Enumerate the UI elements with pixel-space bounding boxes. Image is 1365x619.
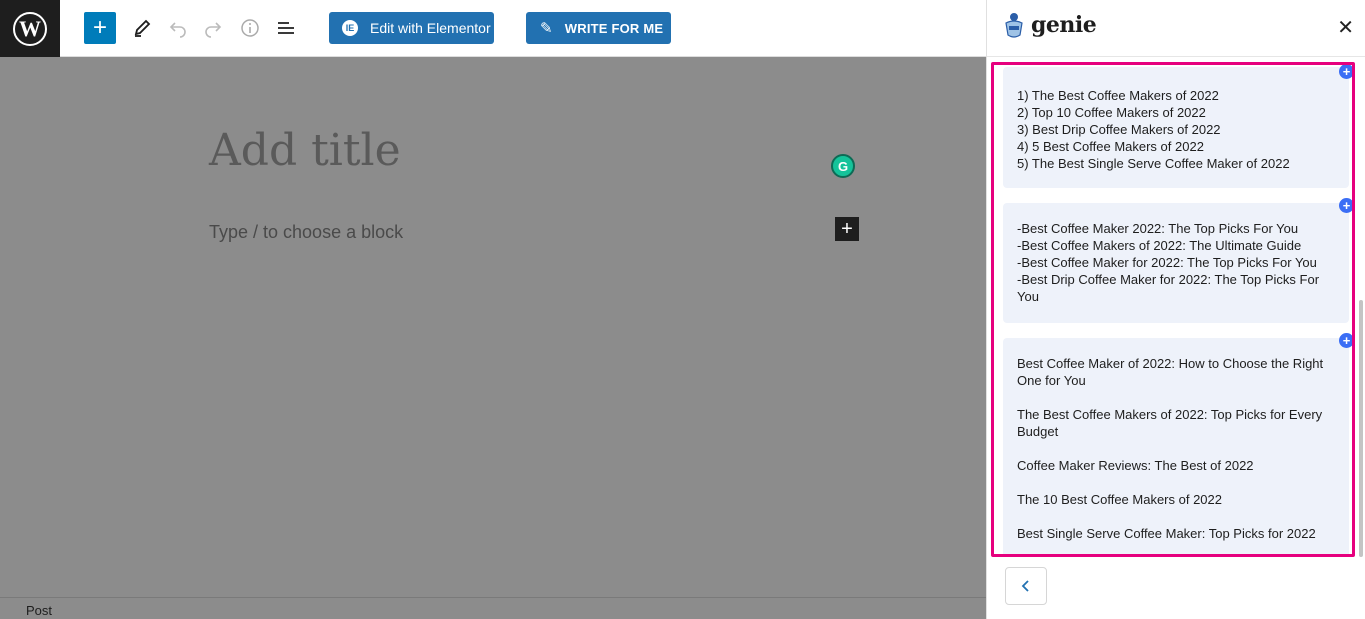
redo-button[interactable] [197, 12, 229, 44]
pen-icon: ✎ [540, 20, 553, 37]
editor-canvas: Add title G Type / to choose a block + [0, 57, 986, 597]
inline-add-block-button[interactable]: + [835, 217, 859, 241]
write-button-label: WRITE FOR ME [564, 20, 664, 36]
brand-name: genie [1031, 12, 1097, 38]
plus-icon: + [841, 218, 853, 240]
back-button[interactable] [1005, 567, 1047, 605]
genie-panel: genie ✕ 1) The Best Coffee Makers of 202… [986, 0, 1365, 619]
insert-result-button[interactable]: + [1339, 198, 1352, 213]
redo-icon [205, 22, 222, 38]
post-title-input[interactable]: Add title [209, 125, 401, 176]
result-card: 1) The Best Coffee Makers of 2022 2) Top… [1003, 67, 1349, 188]
result-text[interactable]: -Best Coffee Maker 2022: The Top Picks F… [1003, 203, 1349, 305]
pencil-icon [134, 19, 151, 37]
status-bar: Post [0, 597, 986, 619]
list-item: -Best Coffee Makers of 2022: The Ultimat… [1017, 238, 1302, 253]
grammarly-icon[interactable]: G [831, 154, 855, 178]
edit-with-elementor-button[interactable]: IE Edit with Elementor [329, 12, 494, 44]
breadcrumb[interactable]: Post [26, 603, 52, 618]
plus-icon: + [1342, 198, 1351, 213]
plus-icon: + [1342, 64, 1351, 79]
list-item: Best Single Serve Coffee Maker: Top Pick… [1017, 526, 1316, 541]
plus-icon: + [92, 14, 107, 41]
block-placeholder[interactable]: Type / to choose a block [209, 222, 403, 243]
tools-button[interactable] [126, 12, 158, 44]
result-card: Best Coffee Maker of 2022: How to Choose… [1003, 338, 1349, 554]
results-list: 1) The Best Coffee Makers of 2022 2) Top… [991, 62, 1355, 557]
elementor-button-label: Edit with Elementor [370, 20, 491, 36]
panel-scrollbar[interactable] [1359, 300, 1363, 557]
result-text[interactable]: Best Coffee Maker of 2022: How to Choose… [1003, 338, 1349, 542]
plus-icon: + [1342, 333, 1351, 348]
elementor-icon: IE [342, 20, 358, 36]
list-item: 4) 5 Best Coffee Makers of 2022 [1017, 139, 1204, 154]
details-button[interactable] [234, 12, 266, 44]
list-item: 2) Top 10 Coffee Makers of 2022 [1017, 105, 1206, 120]
close-icon[interactable]: ✕ [1337, 15, 1354, 40]
panel-header: genie ✕ [987, 0, 1365, 57]
list-item: The 10 Best Coffee Makers of 2022 [1017, 492, 1222, 507]
list-item: 3) Best Drip Coffee Makers of 2022 [1017, 122, 1221, 137]
undo-button[interactable] [162, 12, 194, 44]
add-block-button[interactable]: + [84, 12, 116, 44]
list-item: 1) The Best Coffee Makers of 2022 [1017, 88, 1219, 103]
list-view-button[interactable] [270, 12, 302, 44]
write-for-me-button[interactable]: ✎ WRITE FOR ME [526, 12, 671, 44]
insert-result-button[interactable]: + [1339, 333, 1352, 348]
list-item: -Best Coffee Maker 2022: The Top Picks F… [1017, 221, 1299, 236]
info-icon [241, 19, 259, 37]
list-item: 5) The Best Single Serve Coffee Maker of… [1017, 156, 1290, 171]
undo-icon [169, 22, 186, 38]
chevron-left-icon [1021, 580, 1029, 592]
list-item: Best Coffee Maker of 2022: How to Choose… [1017, 356, 1324, 388]
insert-result-button[interactable]: + [1339, 64, 1352, 79]
list-item: -Best Drip Coffee Maker for 2022: The To… [1017, 272, 1320, 304]
result-card: -Best Coffee Maker 2022: The Top Picks F… [1003, 203, 1349, 323]
wordpress-icon[interactable]: W [0, 0, 60, 57]
list-view-icon [278, 22, 294, 34]
editor-toolbar: W + IE Edit with Elementor ✎ WRITE FOR M… [0, 0, 986, 57]
result-text[interactable]: 1) The Best Coffee Makers of 2022 2) Top… [1003, 67, 1349, 172]
list-item: -Best Coffee Maker for 2022: The Top Pic… [1017, 255, 1317, 270]
list-item: Coffee Maker Reviews: The Best of 2022 [1017, 458, 1254, 473]
genie-logo-icon [1005, 13, 1023, 38]
list-item: The Best Coffee Makers of 2022: Top Pick… [1017, 407, 1323, 439]
